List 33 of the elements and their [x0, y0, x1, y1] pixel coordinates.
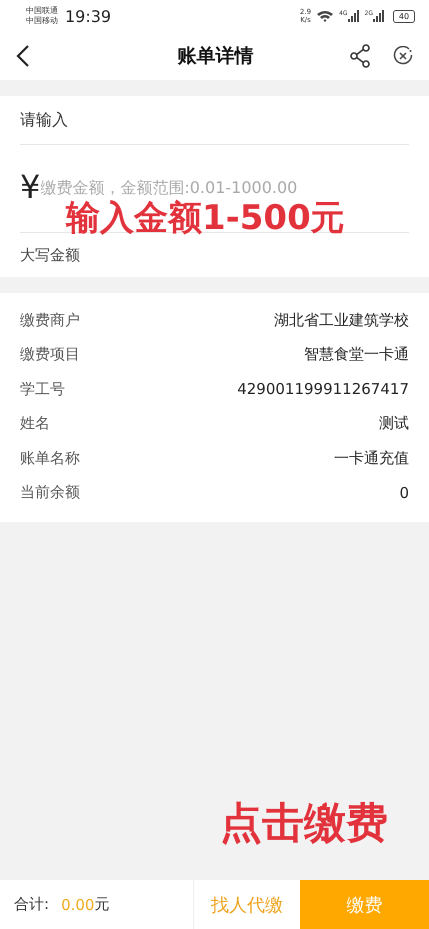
total-amount: 0.00	[61, 896, 94, 914]
detail-label: 缴费项目	[20, 345, 80, 364]
detail-label: 缴费商户	[20, 310, 80, 330]
detail-label: 账单名称	[20, 448, 80, 468]
pay-button[interactable]: 缴费	[300, 880, 429, 929]
annotation-text: 点击缴费	[220, 802, 388, 844]
field-label: 大写金额	[20, 244, 81, 266]
wifi-icon	[316, 10, 334, 22]
detail-value: 一卡通充值	[334, 448, 409, 468]
detail-value: 智慧食堂一卡通	[304, 345, 409, 364]
detail-value: 测试	[379, 414, 409, 434]
share-icon	[349, 44, 371, 68]
currency-unit: 元	[94, 895, 110, 914]
annotation-text: 输入金额1-500元	[66, 201, 345, 235]
signal-icon	[348, 10, 360, 22]
page-title: 账单详情	[176, 44, 254, 69]
signal-icon	[373, 10, 385, 22]
total-label: 合计:	[14, 895, 50, 914]
section-label: 请输入	[20, 96, 409, 145]
close-icon	[393, 46, 413, 66]
detail-label: 学工号	[20, 380, 65, 399]
detail-value: 湖北省工业建筑学校	[274, 310, 409, 330]
battery-level: 40	[398, 12, 410, 20]
back-icon	[16, 45, 30, 67]
currency-symbol: ¥	[20, 172, 40, 202]
status-time: 19:39	[65, 6, 112, 26]
detail-label: 当前余额	[20, 483, 80, 502]
detail-label: 姓名	[20, 414, 50, 434]
amount-field[interactable]: 缴费金额，金额范围:0.01-1000.00	[40, 172, 409, 197]
carrier-name: 中国移动	[26, 16, 58, 26]
detail-value: 429001199911267417	[237, 380, 409, 398]
detail-value: 0	[399, 484, 409, 502]
carrier-name: 中国联通	[26, 6, 58, 16]
